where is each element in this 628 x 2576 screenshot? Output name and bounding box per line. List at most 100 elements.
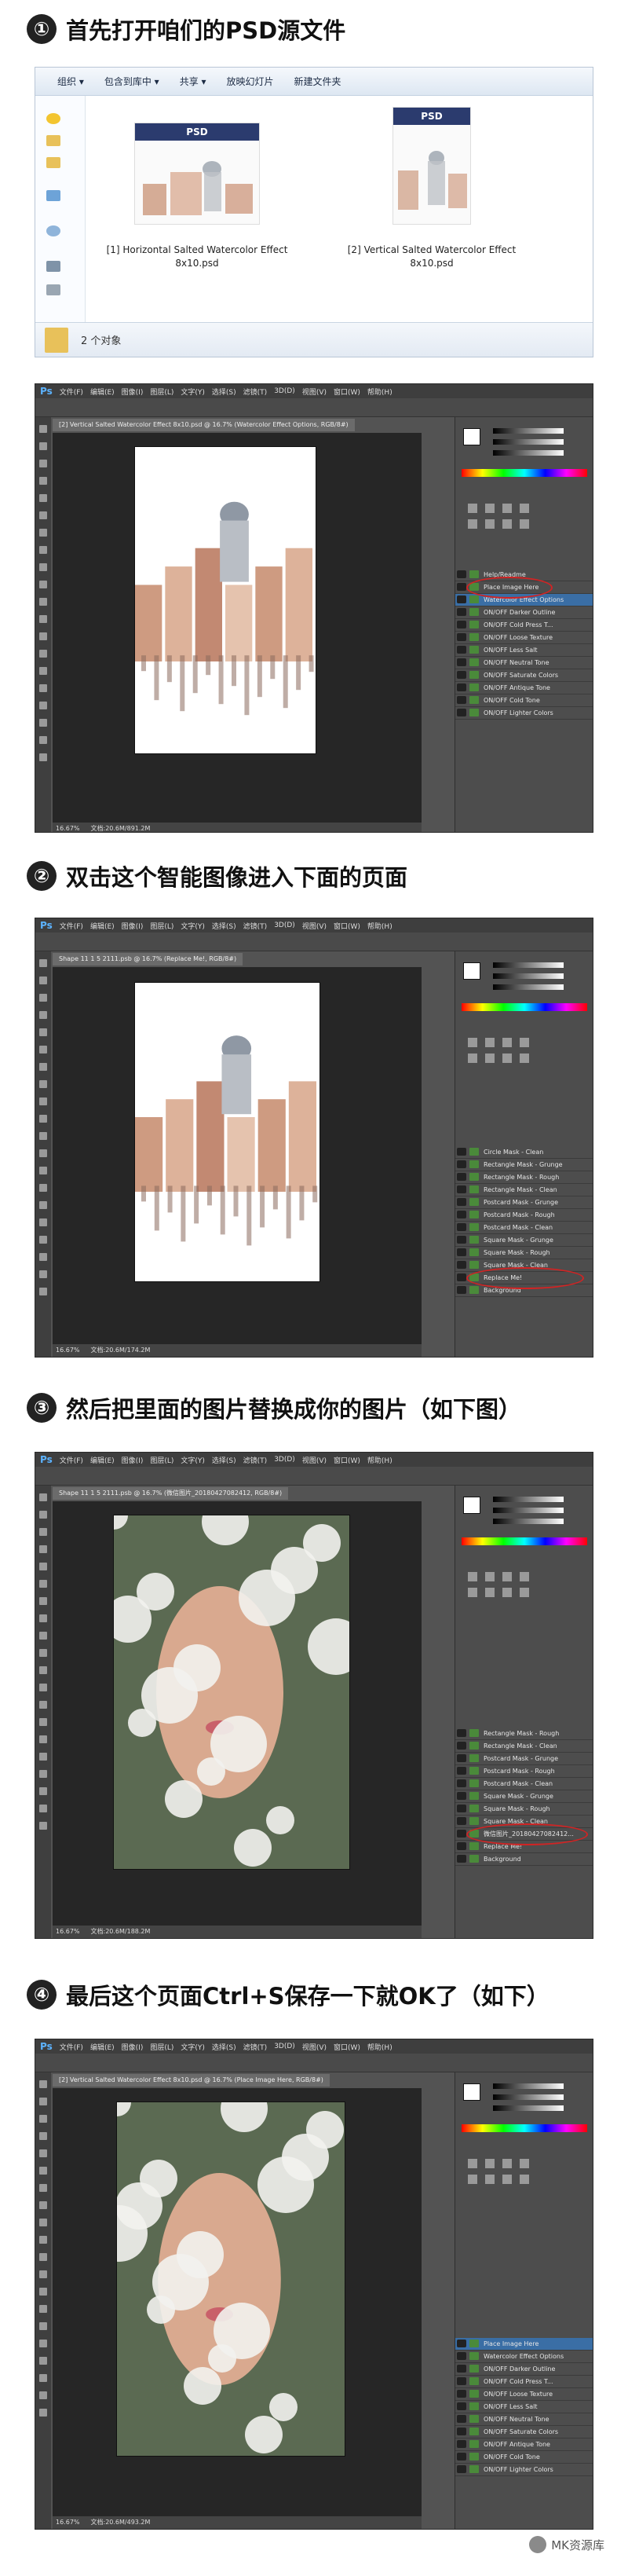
tool-icon[interactable] — [39, 1253, 47, 1261]
visibility-eye-icon[interactable] — [457, 570, 466, 578]
tool-icon[interactable] — [39, 1218, 47, 1226]
layer-row[interactable]: ON/OFF Darker Outline — [455, 606, 593, 619]
menu-item[interactable]: 视图(V) — [302, 2042, 327, 2052]
menu-item[interactable]: 3D(D) — [274, 922, 295, 929]
tool-icon[interactable] — [39, 2219, 47, 2226]
tool-icon[interactable] — [39, 650, 47, 658]
tool-icon[interactable] — [39, 977, 47, 984]
tool-icon[interactable] — [39, 1614, 47, 1622]
document-canvas[interactable] — [100, 1498, 364, 1869]
visibility-eye-icon[interactable] — [457, 1160, 466, 1168]
adjustment-icon[interactable] — [468, 504, 477, 513]
tool-icon[interactable] — [39, 1080, 47, 1088]
menu-item[interactable]: 滤镜(T) — [243, 387, 268, 397]
tool-icon[interactable] — [39, 1563, 47, 1570]
menu-item[interactable]: 视图(V) — [302, 921, 327, 931]
menu-item[interactable]: 文件(F) — [60, 2042, 83, 2052]
visibility-eye-icon[interactable] — [457, 683, 466, 691]
new-folder-button[interactable]: 新建文件夹 — [294, 75, 341, 88]
zoom-level[interactable]: 16.67% — [56, 1926, 80, 1938]
visibility-eye-icon[interactable] — [457, 2340, 466, 2347]
layer-row[interactable]: Square Mask - Grunge — [455, 1234, 593, 1247]
layer-row[interactable]: Postcard Mask - Clean — [455, 1222, 593, 1234]
visibility-eye-icon[interactable] — [457, 1273, 466, 1281]
layer-row[interactable]: Postcard Mask - Grunge — [455, 1753, 593, 1765]
visibility-eye-icon[interactable] — [457, 2465, 466, 2473]
document-canvas[interactable] — [135, 983, 319, 1281]
file-name-1[interactable]: [1] Horizontal Salted Watercolor Effect 8… — [103, 244, 291, 270]
document-canvas[interactable] — [135, 447, 316, 753]
tool-icon[interactable] — [39, 425, 47, 433]
adjustment-icon[interactable] — [520, 519, 529, 529]
visibility-eye-icon[interactable] — [457, 2440, 466, 2448]
tool-icon[interactable] — [39, 494, 47, 502]
tool-icon[interactable] — [39, 1149, 47, 1157]
layer-row[interactable]: ON/OFF Cold Press T... — [455, 619, 593, 632]
visibility-eye-icon[interactable] — [457, 2390, 466, 2398]
tool-icon[interactable] — [39, 546, 47, 554]
menu-item[interactable]: 帮助(H) — [367, 387, 392, 397]
tool-icon[interactable] — [39, 615, 47, 623]
menu-item[interactable]: 帮助(H) — [367, 2042, 392, 2052]
visibility-eye-icon[interactable] — [457, 658, 466, 666]
tool-icon[interactable] — [39, 753, 47, 761]
menu-item[interactable]: 帮助(H) — [367, 921, 392, 931]
layer-row[interactable]: Square Mask - Grunge — [455, 1790, 593, 1803]
color-spectrum[interactable] — [462, 469, 587, 477]
tool-icon[interactable] — [39, 581, 47, 588]
tool-icon[interactable] — [39, 2201, 47, 2209]
tool-icon[interactable] — [39, 959, 47, 967]
menu-item[interactable]: 图层(L) — [150, 387, 173, 397]
tool-icon[interactable] — [39, 1822, 47, 1830]
tool-icon[interactable] — [39, 2236, 47, 2244]
menu-item[interactable]: 选择(S) — [212, 387, 236, 397]
visibility-eye-icon[interactable] — [457, 1286, 466, 1294]
layer-row[interactable]: ON/OFF Lighter Colors — [455, 2464, 593, 2476]
visibility-eye-icon[interactable] — [457, 1754, 466, 1762]
tool-icon[interactable] — [39, 2340, 47, 2347]
tool-icon[interactable] — [39, 719, 47, 727]
tool-icon[interactable] — [39, 1528, 47, 1536]
tool-icon[interactable] — [39, 1115, 47, 1123]
tool-icon[interactable] — [39, 1270, 47, 1278]
adjustment-icon[interactable] — [502, 1038, 512, 1047]
menu-item[interactable]: 滤镜(T) — [243, 2042, 268, 2052]
tool-icon[interactable] — [39, 2149, 47, 2157]
color-swatch[interactable] — [463, 428, 480, 445]
adjustment-icon[interactable] — [502, 504, 512, 513]
color-slider[interactable] — [493, 428, 564, 434]
adjustment-icon[interactable] — [485, 2159, 495, 2168]
share-menu[interactable]: 共享 ▾ — [180, 75, 206, 88]
tool-icon[interactable] — [39, 2322, 47, 2330]
tool-icon[interactable] — [39, 2270, 47, 2278]
tool-icon[interactable] — [39, 529, 47, 537]
menu-item[interactable]: 窗口(W) — [334, 2042, 360, 2052]
canvas-area[interactable] — [53, 1498, 422, 1926]
adjustment-icon[interactable] — [502, 2159, 512, 2168]
menu-item[interactable]: 窗口(W) — [334, 387, 360, 397]
layer-row[interactable]: Rectangle Mask - Clean — [455, 1184, 593, 1196]
adjustment-icon[interactable] — [520, 1572, 529, 1581]
tool-icon[interactable] — [39, 1167, 47, 1174]
tool-icon[interactable] — [39, 442, 47, 450]
color-slider[interactable] — [493, 450, 564, 456]
document-tab[interactable]: Shape 11 1 5 2111.psb @ 16.7% (微信图片_2018… — [53, 1487, 289, 1500]
canvas-area[interactable] — [53, 967, 422, 1344]
tool-icon[interactable] — [39, 2132, 47, 2140]
tool-icon[interactable] — [39, 1011, 47, 1019]
adjustment-icon[interactable] — [520, 2175, 529, 2184]
layer-row[interactable]: ON/OFF Less Salt — [455, 644, 593, 657]
adjustment-icon[interactable] — [520, 1053, 529, 1063]
tool-icon[interactable] — [39, 1649, 47, 1657]
color-spectrum[interactable] — [462, 1537, 587, 1545]
menu-item[interactable]: 图层(L) — [150, 2042, 173, 2052]
color-swatch[interactable] — [463, 962, 480, 980]
visibility-eye-icon[interactable] — [457, 696, 466, 704]
visibility-eye-icon[interactable] — [457, 709, 466, 716]
menu-item[interactable]: 文件(F) — [60, 921, 83, 931]
adjustment-icon[interactable] — [468, 519, 477, 529]
color-slider[interactable] — [493, 1497, 564, 1502]
adjustment-icon[interactable] — [485, 1588, 495, 1597]
adjustment-icon[interactable] — [520, 2159, 529, 2168]
menu-item[interactable]: 编辑(E) — [90, 921, 115, 931]
